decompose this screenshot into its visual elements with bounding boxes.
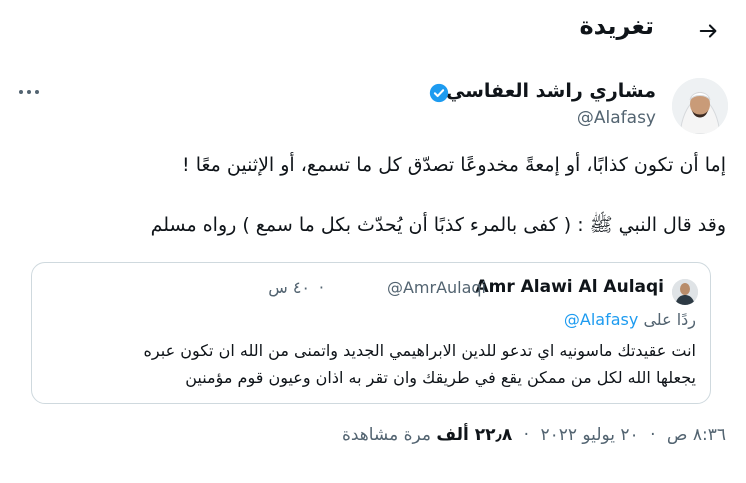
verified-badge-icon [429,83,449,103]
author-name[interactable]: مشاري راشد العفاسي [446,80,656,102]
avatar-image [672,78,728,134]
meta-separator: · [650,425,656,445]
page-title: تغريدة [579,12,654,40]
tweet-metadata: ٨:٣٦ ص · ٢٠ يوليو ٢٠٢٢ · ٢٢٫٨ ألف مرة مش… [336,425,726,445]
quoted-line: يجعلها الله لكل من ممكن يقع في طريقك وان… [185,368,696,387]
quoted-line: انت عقيدتك ماسونيه اي تدعو للدين الابراه… [143,341,696,360]
quoted-tweet[interactable]: Amr Alawi Al Aulaqi @AmrAulaqi · ٤٠ س رد… [31,262,711,404]
quoted-author-avatar [672,279,698,305]
views-label: مرة مشاهدة [341,425,431,445]
top-bar: تغريدة [0,0,746,62]
replying-to-mention[interactable]: @Alafasy [564,310,638,329]
quoted-avatar-image [672,279,698,305]
more-options-button[interactable] [14,82,44,102]
tweet-text: إما أن تكون كذابًا، أو إمعةً مخدوعًا تصد… [26,150,726,240]
more-dots-icon [19,90,39,94]
quoted-text: انت عقيدتك ماسونيه اي تدعو للدين الابراه… [44,337,696,391]
tweet-line: إما أن تكون كذابًا، أو إمعةً مخدوعًا تصد… [182,154,726,176]
tweet-line [26,180,726,210]
quoted-author-handle: @AmrAulaqi [386,278,486,297]
meta-separator: · [523,425,530,445]
tweet-time[interactable]: ٨:٣٦ ص [667,425,726,445]
quoted-separator: · [318,278,324,297]
views-count: ٢٢٫٨ ألف [436,425,513,445]
replying-to-label: ردًا على [643,310,696,329]
replying-to: ردًا على @Alafasy [564,310,696,329]
back-button[interactable] [692,14,726,48]
tweet-line: وقد قال النبي ﷺ : ( كفى بالمرء كذبًا أن … [150,214,726,236]
arrow-right-icon [699,24,717,38]
author-avatar[interactable] [672,78,728,134]
author-handle[interactable]: @Alafasy [577,108,656,128]
quoted-timestamp: ٤٠ س [268,278,310,297]
quoted-author-name: Amr Alawi Al Aulaqi [475,277,664,297]
tweet-date[interactable]: ٢٠ يوليو ٢٠٢٢ [540,425,638,445]
